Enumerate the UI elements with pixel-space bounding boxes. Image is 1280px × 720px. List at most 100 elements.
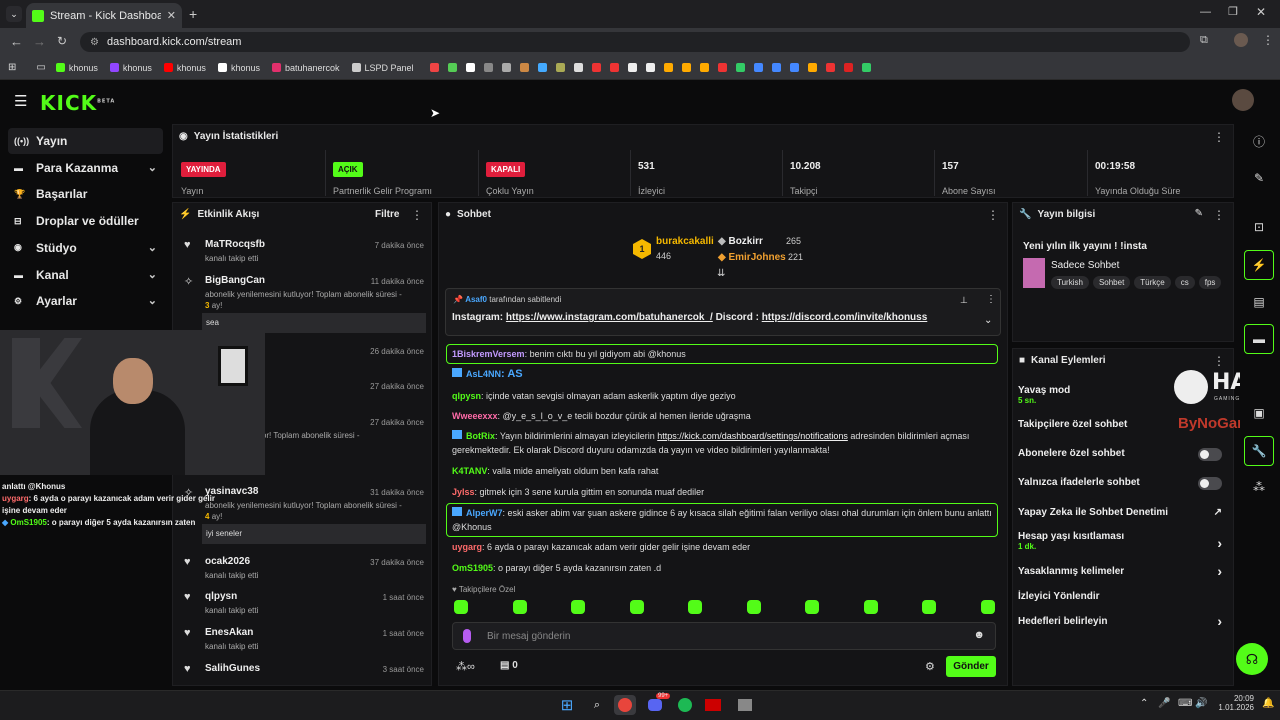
emote-icon[interactable] bbox=[688, 600, 702, 614]
archive-icon[interactable]: ▣ bbox=[1244, 398, 1274, 428]
reload-icon[interactable]: ↻ bbox=[57, 34, 67, 48]
sidebar-item-1[interactable]: ▬ Para Kazanma ⌄ bbox=[8, 155, 163, 181]
emote-chat-toggle[interactable] bbox=[1198, 477, 1222, 490]
leaderboard-expand-icon[interactable]: ⇊ bbox=[717, 268, 725, 279]
activity-menu-icon[interactable]: ⋮ bbox=[411, 208, 423, 222]
emoji-picker-icon[interactable]: ☻ bbox=[973, 629, 985, 641]
bookmark-item[interactable]: LSPD Panel bbox=[351, 63, 414, 73]
bookmark-item[interactable]: khonus bbox=[217, 63, 260, 73]
activity-user[interactable]: SalihGunes bbox=[205, 663, 260, 674]
sidebar-item-5[interactable]: ▬ Kanal ⌄ bbox=[8, 262, 163, 288]
category-name[interactable]: Sadece Sohbet bbox=[1051, 260, 1119, 271]
chat-username[interactable]: Wweeexxx bbox=[452, 411, 498, 421]
back-icon[interactable]: ← bbox=[10, 34, 23, 49]
unpin-icon[interactable]: ⊥ bbox=[960, 295, 968, 306]
points-counter[interactable]: ▤ 0 bbox=[500, 660, 518, 671]
activity-user[interactable]: EnesAkan bbox=[205, 627, 253, 638]
activity-item[interactable]: ♥ ocak2026 37 dakika önce kanalı takip etti bbox=[176, 556, 428, 586]
taskbar-search-icon[interactable]: ⌕ bbox=[586, 695, 608, 715]
notifications-icon[interactable]: 🔔 bbox=[1262, 698, 1274, 709]
tray-mic-icon[interactable]: 🎤 bbox=[1158, 698, 1170, 709]
chat-username[interactable]: qlpysn bbox=[452, 391, 481, 401]
windows-start-icon[interactable]: ⊞ bbox=[556, 695, 578, 715]
emote-icon[interactable] bbox=[863, 600, 878, 614]
pinned-menu-icon[interactable]: ⋮ bbox=[986, 294, 996, 305]
chat-username[interactable]: K4TANV bbox=[452, 466, 487, 476]
sidebar-item-0[interactable]: ((•)) Yayın bbox=[8, 128, 163, 154]
activity-item[interactable]: ♥ qlpysn 1 saat önce kanalı takip etti bbox=[176, 591, 428, 621]
leaderboard-second-name[interactable]: ◆ Bozkirr bbox=[718, 236, 763, 247]
chat-username[interactable]: AsL4NN bbox=[466, 369, 501, 379]
sidebar-item-3[interactable]: ⊟ Droplar ve ödüller bbox=[8, 208, 163, 234]
spotify-taskbar-icon[interactable] bbox=[674, 695, 696, 715]
tab-search-icon[interactable]: ⌄ bbox=[6, 6, 22, 22]
obs-taskbar-icon[interactable] bbox=[702, 695, 724, 715]
activity-user[interactable]: BigBangCan bbox=[205, 275, 265, 286]
mic-icon[interactable] bbox=[463, 629, 471, 643]
pinned-expand-icon[interactable]: ⌄ bbox=[984, 315, 992, 326]
emote-icon[interactable] bbox=[805, 600, 819, 614]
activity-user[interactable]: ocak2026 bbox=[205, 556, 250, 567]
hamburger-menu-icon[interactable]: ☰ bbox=[14, 92, 27, 110]
volume-icon[interactable]: 🔊 bbox=[1195, 698, 1207, 709]
document-icon[interactable]: ▤ bbox=[1244, 287, 1274, 317]
tray-chevron-icon[interactable]: ⌃ bbox=[1140, 698, 1148, 709]
goals-row[interactable]: Hedefleri belirleyin › bbox=[1018, 613, 1230, 629]
tools-icon[interactable]: 🔧 bbox=[1244, 436, 1274, 466]
emote-icon[interactable] bbox=[746, 600, 761, 614]
emote-icon[interactable] bbox=[512, 600, 527, 614]
edit-info-icon[interactable]: ✎ bbox=[1195, 208, 1203, 219]
chat-menu-icon[interactable]: ⋮ bbox=[987, 208, 999, 222]
subs-chat-row[interactable]: Abonelere özel sohbet bbox=[1018, 448, 1230, 461]
nodes-icon[interactable]: ⁂ bbox=[1244, 472, 1274, 502]
url-field[interactable]: ⚙ dashboard.kick.com/stream bbox=[80, 32, 1190, 52]
info-icon[interactable]: ⓘ bbox=[1244, 126, 1274, 156]
emote-chat-row[interactable]: Yalnızca ifadelerle sohbet bbox=[1018, 477, 1230, 490]
emote-icon[interactable] bbox=[629, 600, 644, 614]
screen-icon[interactable]: ⊡ bbox=[1244, 212, 1274, 242]
tag-chip[interactable]: Turkish bbox=[1051, 276, 1089, 289]
instagram-link[interactable]: https://www.instagram.com/batuhanercok_/ bbox=[506, 312, 713, 323]
emote-icon[interactable] bbox=[980, 600, 995, 614]
leaderboard-third-name[interactable]: ◆ EmirJohnes bbox=[718, 252, 786, 263]
activity-user[interactable]: MaTRocqsfb bbox=[205, 239, 265, 250]
chat-username[interactable]: Jylss bbox=[452, 487, 475, 497]
support-headset-icon[interactable]: ☊ bbox=[1236, 643, 1268, 675]
folder-icon[interactable]: ▭ bbox=[36, 62, 45, 73]
activity-item[interactable]: ♥ EnesAkan 1 saat önce kanalı takip etti bbox=[176, 627, 428, 657]
window-close-icon[interactable]: ✕ bbox=[1256, 5, 1266, 19]
maximize-icon[interactable]: ❐ bbox=[1228, 5, 1238, 18]
minimize-icon[interactable]: — bbox=[1200, 6, 1211, 18]
chat-username[interactable]: uygarg bbox=[452, 542, 482, 552]
chrome-taskbar-icon[interactable] bbox=[614, 695, 636, 715]
emote-icon[interactable] bbox=[454, 600, 468, 614]
sidebar-item-6[interactable]: ⚙ Ayarlar ⌄ bbox=[8, 288, 163, 314]
chat-link[interactable]: https://kick.com/dashboard/settings/noti… bbox=[657, 431, 848, 441]
app-taskbar-icon[interactable] bbox=[734, 695, 756, 715]
chat-username[interactable]: AlperW7 bbox=[466, 508, 503, 518]
activity-item[interactable]: ✧ BigBangCan 11 dakika önce abonelik yenile… bbox=[176, 275, 428, 333]
emote-icon[interactable] bbox=[571, 600, 585, 614]
account-age-row[interactable]: Hesap yaşı kısıtlaması 1 dk. › bbox=[1018, 531, 1230, 551]
chat-username[interactable]: OmS1905 bbox=[452, 563, 493, 573]
tag-chip[interactable]: cs bbox=[1174, 276, 1195, 289]
browser-menu-icon[interactable]: ⋮ bbox=[1262, 33, 1274, 47]
filter-button[interactable]: Filtre bbox=[375, 209, 399, 220]
leaderboard-first-name[interactable]: burakcakalli bbox=[656, 236, 714, 247]
forward-icon[interactable]: → bbox=[33, 34, 46, 49]
channel-points-icon[interactable]: ⁂∞ bbox=[456, 660, 475, 673]
tab-close-icon[interactable]: ✕ bbox=[167, 9, 176, 22]
new-tab-icon[interactable]: + bbox=[189, 6, 197, 22]
network-icon[interactable]: ⌨ bbox=[1178, 698, 1192, 709]
clock[interactable]: 20:09 1.01.2026 bbox=[1216, 694, 1254, 712]
tag-chip[interactable]: fps bbox=[1198, 276, 1222, 289]
bookmark-item[interactable]: khonus bbox=[55, 63, 98, 73]
sidebar-item-4[interactable]: ◉ Stüdyo ⌄ bbox=[8, 235, 163, 261]
actions-menu-icon[interactable]: ⋮ bbox=[1213, 354, 1225, 368]
stats-menu-icon[interactable]: ⋮ bbox=[1213, 130, 1225, 144]
chat-toolbar-icon[interactable]: ▬ bbox=[1244, 324, 1274, 354]
bookmark-item[interactable]: khonus bbox=[109, 63, 152, 73]
emote-icon[interactable] bbox=[922, 600, 936, 614]
browser-tab[interactable]: Stream - Kick Dashboard ✕ bbox=[26, 3, 182, 28]
profile-avatar[interactable] bbox=[1234, 33, 1248, 47]
